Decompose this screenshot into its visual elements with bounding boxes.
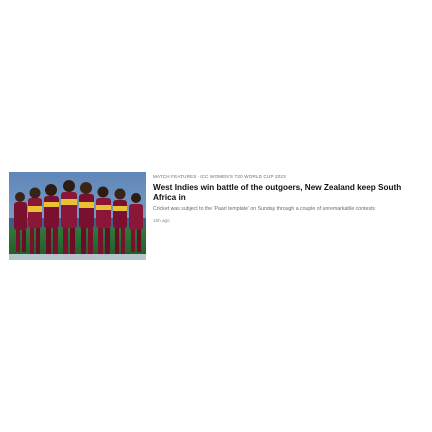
article-body: MATCH FEATURES·ICC WOMEN'S T20 WORLD CUP… [153, 172, 423, 223]
article-headline[interactable]: West Indies win battle of the outgoers, … [153, 183, 415, 203]
category-link-match-features[interactable]: MATCH FEATURES [153, 174, 197, 179]
article-timestamp: 15h ago [153, 218, 170, 224]
category-separator: · [197, 174, 200, 179]
category-link-womens-t20-world-cup[interactable]: ICC WOMEN'S T20 WORLD CUP 2023 [200, 174, 286, 179]
article-summary: Cricket was subject to the 'Paarl templa… [153, 206, 375, 212]
article-thumbnail[interactable] [9, 172, 146, 260]
news-card[interactable]: MATCH FEATURES·ICC WOMEN'S T20 WORLD CUP… [9, 172, 423, 264]
article-categories: MATCH FEATURES·ICC WOMEN'S T20 WORLD CUP… [153, 174, 423, 179]
article-thumbnail-image [9, 172, 146, 260]
page: MATCH FEATURES·ICC WOMEN'S T20 WORLD CUP… [0, 0, 432, 432]
